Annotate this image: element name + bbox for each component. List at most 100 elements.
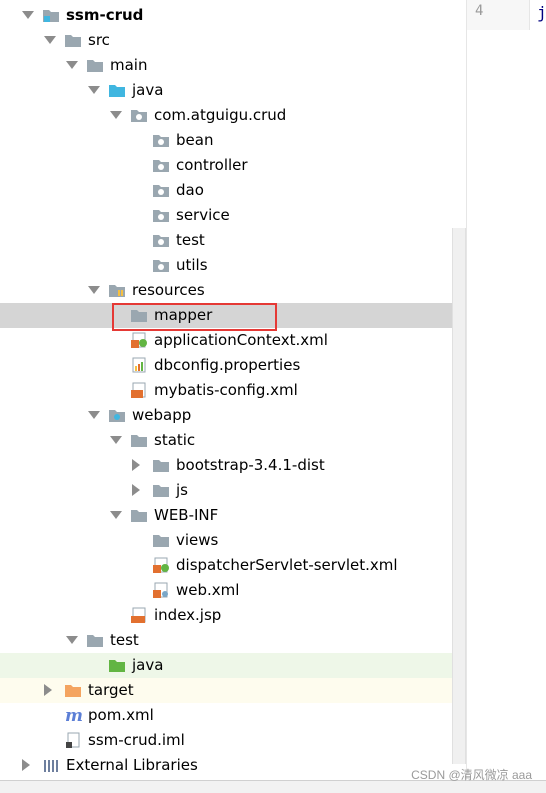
tree-item-label: service [176, 206, 230, 224]
chevron-down-icon[interactable] [44, 36, 56, 44]
tree-item-label: WEB-INF [154, 506, 219, 524]
tree-item-label: pom.xml [88, 706, 154, 724]
tree-item-label: dispatcherServlet-servlet.xml [176, 556, 398, 574]
tree-item-label: com.atguigu.crud [154, 106, 287, 124]
tree-item[interactable]: views [0, 528, 466, 553]
chevron-down-icon[interactable] [66, 61, 78, 69]
tree-item[interactable]: mybatis-config.xml [0, 378, 466, 403]
jsp-file-icon [130, 607, 148, 623]
line-gutter: 4 [467, 0, 530, 30]
chevron-right-icon[interactable] [132, 459, 140, 471]
web-xml-icon [152, 582, 170, 598]
tree-item[interactable]: index.jsp [0, 603, 466, 628]
tree-item[interactable]: com.atguigu.crud [0, 103, 466, 128]
properties-file-icon [130, 357, 148, 373]
tree-item-label: index.jsp [154, 606, 222, 624]
tree-item-label: js [176, 481, 188, 499]
tree-item[interactable]: test [0, 228, 466, 253]
chevron-down-icon[interactable] [66, 636, 78, 644]
tree-item-label: views [176, 531, 219, 549]
chevron-down-icon[interactable] [88, 411, 100, 419]
tree-item[interactable]: WEB-INF [0, 503, 466, 528]
tree-item[interactable]: java [0, 78, 466, 103]
tree-item[interactable]: utils [0, 253, 466, 278]
iml-file-icon [64, 732, 82, 748]
package-icon [152, 157, 170, 173]
tree-item-label: webapp [132, 406, 192, 424]
tree-item[interactable]: service [0, 203, 466, 228]
watermark: CSDN @清风微凉 aaa [411, 768, 532, 782]
excluded-folder-icon [64, 682, 82, 698]
folder-icon [152, 482, 170, 498]
project-tree[interactable]: ssm-crud src main java com.atguigu.crud bean c… [0, 0, 466, 780]
package-icon [152, 232, 170, 248]
tree-item[interactable]: bean [0, 128, 466, 153]
tree-item-label: dao [176, 181, 204, 199]
tree-item[interactable]: target [0, 678, 466, 703]
tree-item-label: applicationContext.xml [154, 331, 328, 349]
tree-item[interactable]: External Libraries [0, 753, 466, 778]
tree-item[interactable]: bootstrap-3.4.1-dist [0, 453, 466, 478]
chevron-right-icon[interactable] [132, 484, 140, 496]
tree-item[interactable]: src [0, 28, 466, 53]
line-number: 4 [475, 3, 484, 19]
tree-item-label: src [88, 31, 110, 49]
chevron-down-icon[interactable] [110, 436, 122, 444]
chevron-down-icon[interactable] [88, 286, 100, 294]
source-folder-icon [108, 82, 126, 98]
xml-file-icon [130, 382, 148, 398]
tree-item[interactable]: dbconfig.properties [0, 353, 466, 378]
chevron-down-icon[interactable] [110, 111, 122, 119]
tree-item-label: mybatis-config.xml [154, 381, 298, 399]
tree-item[interactable]: resources [0, 278, 466, 303]
spring-xml-icon [130, 332, 148, 348]
tree-item-label: controller [176, 156, 248, 174]
chevron-down-icon[interactable] [88, 86, 100, 94]
chevron-down-icon[interactable] [22, 11, 34, 19]
tree-item-label: test [110, 631, 139, 649]
tree-item[interactable]: dispatcherServlet-servlet.xml [0, 553, 466, 578]
folder-icon [86, 57, 104, 73]
tree-item[interactable]: ssm-crud.iml [0, 728, 466, 753]
tree-item-label: web.xml [176, 581, 240, 599]
tree-item[interactable]: static [0, 428, 466, 453]
folder-icon [130, 507, 148, 523]
package-icon [152, 132, 170, 148]
tree-item-label: External Libraries [66, 756, 198, 774]
tree-item[interactable]: main [0, 53, 466, 78]
tree-item[interactable]: test [0, 628, 466, 653]
folder-icon [64, 32, 82, 48]
tree-item[interactable]: controller [0, 153, 466, 178]
tree-item-label: utils [176, 256, 208, 274]
test-source-folder-icon [108, 657, 126, 673]
tree-item-label: ssm-crud [66, 6, 144, 24]
package-icon [152, 257, 170, 273]
tree-item[interactable]: applicationContext.xml [0, 328, 466, 353]
chevron-down-icon[interactable] [110, 511, 122, 519]
tree-item-label: resources [132, 281, 205, 299]
chevron-right-icon[interactable] [22, 759, 30, 771]
tree-item-label: ssm-crud.iml [88, 731, 185, 749]
chevron-right-icon[interactable] [44, 684, 52, 696]
folder-icon [130, 432, 148, 448]
tree-item-label: test [176, 231, 205, 249]
folder-icon [152, 532, 170, 548]
spring-xml-icon [152, 557, 170, 573]
tree-item[interactable]: ssm-crud [0, 3, 466, 28]
tree-item-label: main [110, 56, 148, 74]
tree-item[interactable]: webapp [0, 403, 466, 428]
editor-pane[interactable]: 4 j [466, 0, 546, 780]
code-text[interactable]: j [537, 3, 546, 22]
tree-item-label: target [88, 681, 134, 699]
tree-item[interactable]: m pom.xml [0, 703, 466, 728]
tree-scrollbar[interactable] [452, 228, 466, 764]
package-icon [152, 207, 170, 223]
tree-item[interactable]: js [0, 478, 466, 503]
resources-folder-icon [108, 282, 126, 298]
folder-icon [152, 457, 170, 473]
highlight-box [112, 303, 277, 331]
tree-item[interactable]: java [0, 653, 466, 678]
package-icon [152, 182, 170, 198]
tree-item[interactable]: dao [0, 178, 466, 203]
tree-item[interactable]: web.xml [0, 578, 466, 603]
